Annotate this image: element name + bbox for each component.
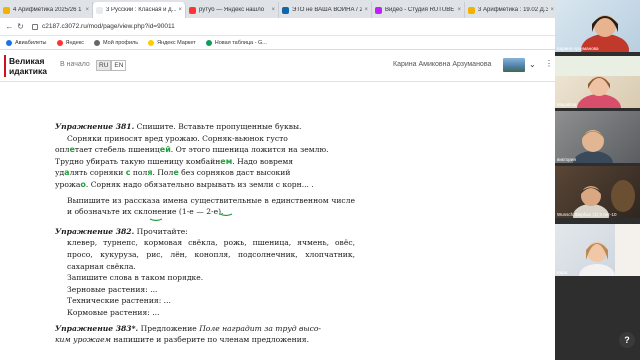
- participant-tile[interactable]: Wunsch Stephan (3) 3 лет-10: [555, 166, 640, 218]
- screen: 4 Арифметика 2025/26 1 × 3 Русский : Класн…: [0, 0, 640, 360]
- participant-photo: [573, 180, 635, 218]
- handwriting-overlay: [149, 213, 233, 222]
- participant-name: Mayakma: [557, 102, 577, 107]
- participant-tile[interactable]: Карина Арзуманова: [555, 0, 640, 52]
- video-call-panel: Карина Арзуманова Mayakma виктория Wunsc…: [555, 0, 640, 360]
- participant-photo: [581, 15, 629, 52]
- participant-tile[interactable]: Mayakma: [555, 56, 640, 108]
- participant-photo: [579, 224, 640, 276]
- handwritten-underline: [149, 218, 163, 222]
- participant-photo: [555, 56, 640, 108]
- handwritten-underline: [219, 213, 233, 217]
- participant-tile[interactable]: виктория: [555, 111, 640, 163]
- help-button[interactable]: ?: [619, 332, 635, 348]
- participant-name: виктория: [557, 157, 576, 162]
- participant-name: Wunsch Stephan (3) 3 лет-10: [557, 212, 617, 217]
- participant-name: Кира: [557, 270, 568, 275]
- participant-name: Карина Арзуманова: [557, 46, 599, 51]
- participant-tile[interactable]: Кира: [555, 224, 640, 276]
- participant-photo: [573, 130, 613, 163]
